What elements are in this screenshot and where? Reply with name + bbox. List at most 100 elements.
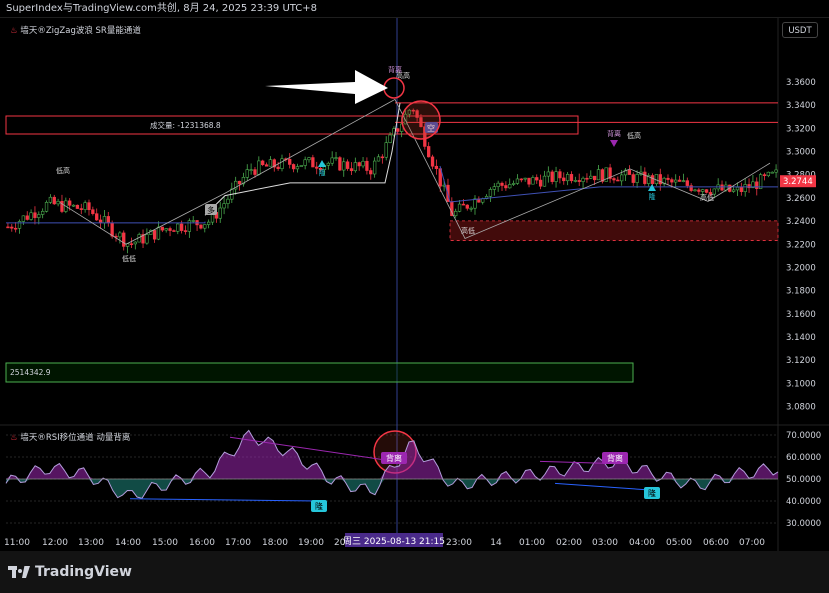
candle-body [372,160,377,175]
candle-body [79,208,83,210]
time-tick-label: 17:00 [225,538,251,548]
crosshair-time-label: 周三 2025-08-13 21:15 [343,536,445,547]
candle-body [384,142,388,158]
currency-button[interactable]: USDT [782,22,818,38]
zigzag-label-low-high: 低高 [56,166,70,175]
bull-arrow-icon [648,184,656,191]
candle-body [488,189,493,197]
candle-body [731,189,736,192]
candle-body [168,228,172,231]
candle-body [95,213,99,221]
candle-body [674,179,678,183]
candle-body [592,175,597,181]
candle-body [349,168,354,172]
candle-body [29,212,33,220]
candle-body [145,234,149,244]
candle-body [461,203,466,206]
candle-body [330,157,334,164]
candle-body [589,175,593,179]
candle-body [457,203,462,212]
rsi-bull-badge-2: 隆 [648,488,656,498]
candle-body [473,198,477,209]
rsi-tick-label: 30.0000 [786,519,821,529]
rsi-tick-label: 50.0000 [786,475,821,485]
candle-body [554,171,558,182]
candle-body [87,202,91,211]
candle-body [677,179,682,182]
time-tick-label: 12:00 [42,538,68,548]
candle-body [581,177,585,182]
zigzag-label-high-low-2: 高低 [700,193,714,202]
candle-body [249,169,253,171]
candle-body [338,157,342,171]
candle-body [496,182,500,187]
candle-body [515,178,520,184]
rsi-tick-label: 60.0000 [786,453,821,463]
candle-body [102,216,107,224]
candle-body [430,156,435,167]
candle-body [573,180,578,182]
rsi-bear-badge-2: 背离 [607,453,623,463]
candle-body [56,200,60,205]
candle-body [538,179,543,187]
candle-body [739,187,743,192]
time-tick-label: 02:00 [556,538,582,548]
candle-body [519,178,523,181]
price-tick-label: 3.1800 [786,287,816,297]
candle-body [527,177,531,185]
candle-body [245,169,249,178]
candle-body [755,181,759,189]
long-tag-label: 多 [207,205,215,215]
main-indicator-label[interactable]: ♨ 墙天®ZigZag波浪 SR量能通道 [10,24,141,36]
candle-body [156,226,161,240]
trailing-stop-line [204,102,401,216]
zigzag-label-low-low: 低低 [122,254,136,263]
highlight-circle [401,100,441,140]
rsi-bear-badge: 背离 [386,453,402,463]
candle-body [191,220,195,222]
candle-body [264,164,269,167]
bear-divergence-label: 背离 [388,65,402,74]
candle-body [704,189,709,193]
candle-body [380,156,385,159]
tradingview-logo[interactable]: TradingView [8,564,132,580]
candle-body [766,171,771,177]
time-tick-label: 05:00 [666,538,692,548]
volume-box [5,115,579,135]
candle-body [52,196,56,205]
candle-body [569,174,574,182]
candle-body [670,179,674,183]
candle-body [546,171,550,177]
candle-body [643,171,647,184]
candle-body [299,165,303,167]
sub-indicator-label[interactable]: ♨ 墙天®RSI移位通道 动量背离 [10,431,130,443]
time-tick-label: 04:00 [629,538,655,548]
volume-box-label: 成交量: -1231368.8 [150,120,221,130]
bear-arrow-icon [610,140,618,147]
chart-canvas[interactable]: 3.36003.34003.32003.30003.28003.26003.24… [0,0,829,551]
candle-body [334,157,338,159]
time-tick-label: 15:00 [152,538,178,548]
candle-body [276,166,280,169]
time-tick-label: 14 [490,538,502,548]
candle-body [206,221,211,225]
candle-body [365,160,369,171]
candle-body [268,159,273,167]
candle-body [616,179,620,182]
candle-body [701,189,705,192]
candle-body [342,161,346,171]
candle-body [693,189,697,192]
candle-body [295,166,300,170]
price-tick-label: 3.2000 [786,263,816,273]
candle-body [133,241,137,245]
candle-body [585,177,589,180]
candle-body [427,146,431,158]
candle-body [434,165,439,169]
candle-body [542,175,547,187]
candle-body [469,207,473,210]
candle-body [631,174,635,183]
candle-body [307,157,311,161]
rsi-divergence-line [554,482,651,491]
candle-body [369,170,373,175]
green-box-label: 2514342.9 [10,368,51,377]
